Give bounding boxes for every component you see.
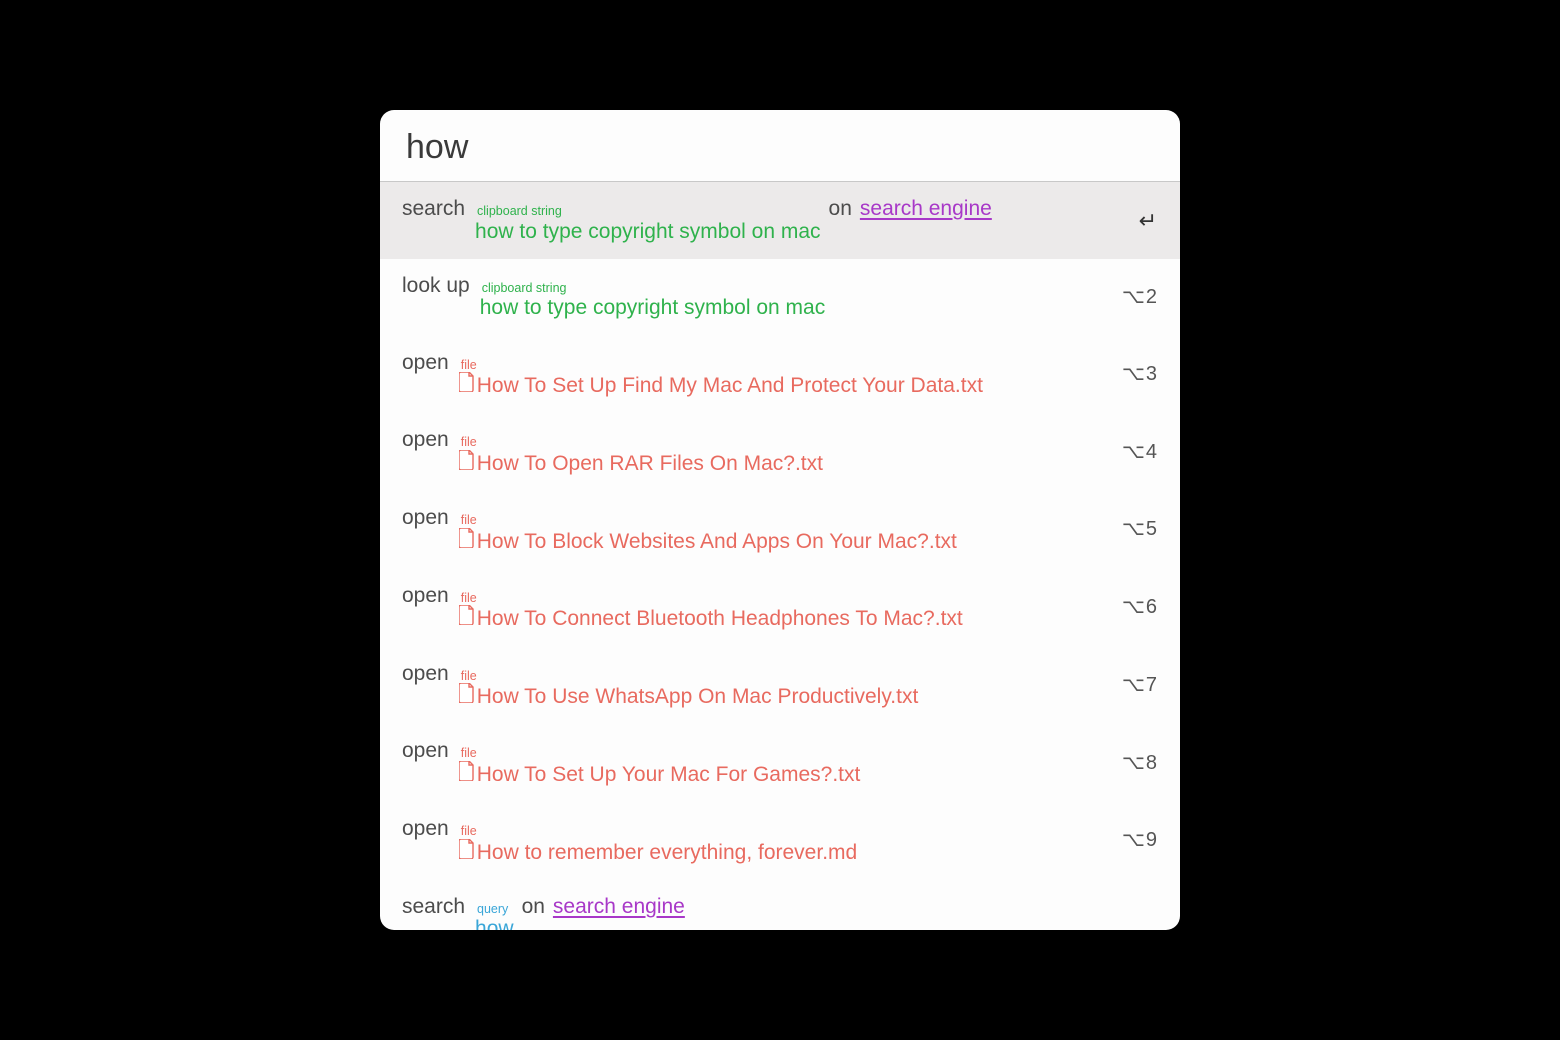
chip-type-label: file — [461, 592, 477, 605]
chip-text: How To Block Websites And Apps On Your M… — [477, 529, 957, 555]
search-field-container — [380, 110, 1180, 181]
result-verb: open — [402, 350, 449, 376]
result-chip: fileHow To Set Up Your Mac For Games?.tx… — [459, 747, 861, 788]
chip-text: How to remember everything, forever.md — [477, 840, 857, 866]
result-content: open fileHow To Block Websites And Apps O… — [402, 505, 1108, 555]
chip-type-label: clipboard string — [477, 205, 562, 218]
chip-text: how to type copyright symbol on mac — [475, 219, 821, 245]
shortcut-label: ⌥6 — [1122, 595, 1158, 620]
file-icon — [459, 528, 475, 548]
chip-text: How To Set Up Find My Mac And Protect Yo… — [477, 373, 983, 399]
result-content: open fileHow To Use WhatsApp On Mac Produ… — [402, 661, 1108, 711]
result-verb: search — [402, 894, 465, 920]
file-icon — [459, 605, 475, 625]
shortcut-label: ⌥7 — [1122, 673, 1158, 698]
file-icon — [459, 372, 475, 392]
result-verb: open — [402, 661, 449, 687]
result-content: searchqueryhowonsearch engine — [402, 894, 1158, 930]
file-icon — [459, 839, 475, 859]
result-chip: clipboard stringhow to type copyright sy… — [480, 282, 826, 322]
result-content: open fileHow To Open RAR Files On Mac?.tx… — [402, 427, 1108, 477]
shortcut-label: ⌥3 — [1122, 362, 1158, 387]
result-content: open fileHow To Connect Bluetooth Headpho… — [402, 583, 1108, 633]
file-icon — [459, 683, 475, 703]
result-content: look up clipboard stringhow to type copyr… — [402, 273, 1108, 322]
result-chip: fileHow To Open RAR Files On Mac?.txt — [459, 436, 823, 477]
chip-type-label: file — [461, 359, 477, 372]
search-engine-link[interactable]: search engine — [860, 196, 992, 222]
result-row[interactable]: open fileHow To Connect Bluetooth Headpho… — [380, 569, 1180, 647]
chip-text: How To Set Up Your Mac For Games?.txt — [477, 762, 861, 788]
chip-type-label: file — [461, 747, 477, 760]
result-content: open fileHow To Set Up Find My Mac And Pr… — [402, 350, 1108, 400]
chip-body: How to remember everything, forever.md — [459, 839, 857, 866]
shortcut-label: ⌥2 — [1122, 285, 1158, 310]
launcher-panel: searchclipboard stringhow to type copyri… — [380, 110, 1180, 930]
result-content: open fileHow to remember everything, fore… — [402, 816, 1108, 866]
result-row[interactable]: search clipboard stringhow to type copyri… — [380, 182, 1180, 259]
shortcut-label: ⌥9 — [1122, 828, 1158, 853]
chip-body: how — [475, 916, 514, 930]
chip-type-label: file — [461, 436, 477, 449]
chip-body: how to type copyright symbol on mac — [475, 219, 821, 245]
results-list: searchclipboard stringhow to type copyri… — [380, 182, 1180, 930]
result-content: search clipboard stringhow to type copyri… — [402, 196, 1125, 245]
result-chip: fileHow To Block Websites And Apps On Yo… — [459, 514, 957, 555]
result-chip: fileHow To Connect Bluetooth Headphones … — [459, 592, 963, 633]
file-icon — [459, 761, 475, 781]
result-content: open fileHow To Set Up Your Mac For Games… — [402, 738, 1108, 788]
result-chip: fileHow To Use WhatsApp On Mac Productiv… — [459, 670, 919, 711]
result-row[interactable]: open fileHow To Open RAR Files On Mac?.tx… — [380, 413, 1180, 491]
chip-body: How To Use WhatsApp On Mac Productively.… — [459, 683, 919, 710]
result-verb: open — [402, 427, 449, 453]
result-chip: fileHow to remember everything, forever.… — [459, 825, 857, 866]
result-chip: clipboard stringhow to type copyright sy… — [475, 205, 821, 245]
chip-text: How To Open RAR Files On Mac?.txt — [477, 451, 823, 477]
on-word: on — [522, 894, 545, 920]
chip-body: How To Connect Bluetooth Headphones To M… — [459, 605, 963, 632]
result-chip: fileHow To Set Up Find My Mac And Protec… — [459, 359, 983, 400]
on-word: on — [829, 196, 852, 222]
result-verb: open — [402, 583, 449, 609]
file-icon — [459, 450, 475, 470]
result-row[interactable]: open fileHow To Set Up Find My Mac And Pr… — [380, 336, 1180, 414]
shortcut-label: ⌥8 — [1122, 751, 1158, 776]
search-engine-link[interactable]: search engine — [553, 894, 685, 920]
result-row[interactable]: open fileHow To Use WhatsApp On Mac Produ… — [380, 647, 1180, 725]
search-input[interactable] — [406, 128, 1154, 167]
result-row[interactable]: look up clipboard stringhow to type copyr… — [380, 259, 1180, 336]
chip-body: How To Set Up Find My Mac And Protect Yo… — [459, 372, 983, 399]
result-verb: open — [402, 738, 449, 764]
chip-body: how to type copyright symbol on mac — [480, 295, 826, 321]
result-verb: search — [402, 196, 465, 222]
chip-body: How To Block Websites And Apps On Your M… — [459, 528, 957, 555]
result-row[interactable]: open fileHow To Set Up Your Mac For Games… — [380, 724, 1180, 802]
chip-body: How To Open RAR Files On Mac?.txt — [459, 450, 823, 477]
chip-type-label: query — [477, 903, 508, 916]
chip-text: how — [475, 916, 514, 930]
result-verb: open — [402, 816, 449, 842]
chip-type-label: file — [461, 825, 477, 838]
chip-text: How To Use WhatsApp On Mac Productively.… — [477, 684, 919, 710]
result-verb: open — [402, 505, 449, 531]
chip-type-label: file — [461, 670, 477, 683]
shortcut-label: ⌥4 — [1122, 440, 1158, 465]
chip-type-label: file — [461, 514, 477, 527]
result-row[interactable]: open fileHow to remember everything, fore… — [380, 802, 1180, 880]
chip-type-label: clipboard string — [482, 282, 567, 295]
chip-text: How To Connect Bluetooth Headphones To M… — [477, 606, 963, 632]
result-chip: queryhow — [475, 903, 514, 930]
shortcut-label: ⌥5 — [1122, 517, 1158, 542]
result-verb: look up — [402, 273, 470, 299]
result-row[interactable]: searchqueryhowonsearch engine — [380, 880, 1180, 930]
enter-key-icon: ↵ — [1139, 207, 1158, 235]
chip-text: how to type copyright symbol on mac — [480, 295, 826, 321]
result-row[interactable]: open fileHow To Block Websites And Apps O… — [380, 491, 1180, 569]
chip-body: How To Set Up Your Mac For Games?.txt — [459, 761, 861, 788]
